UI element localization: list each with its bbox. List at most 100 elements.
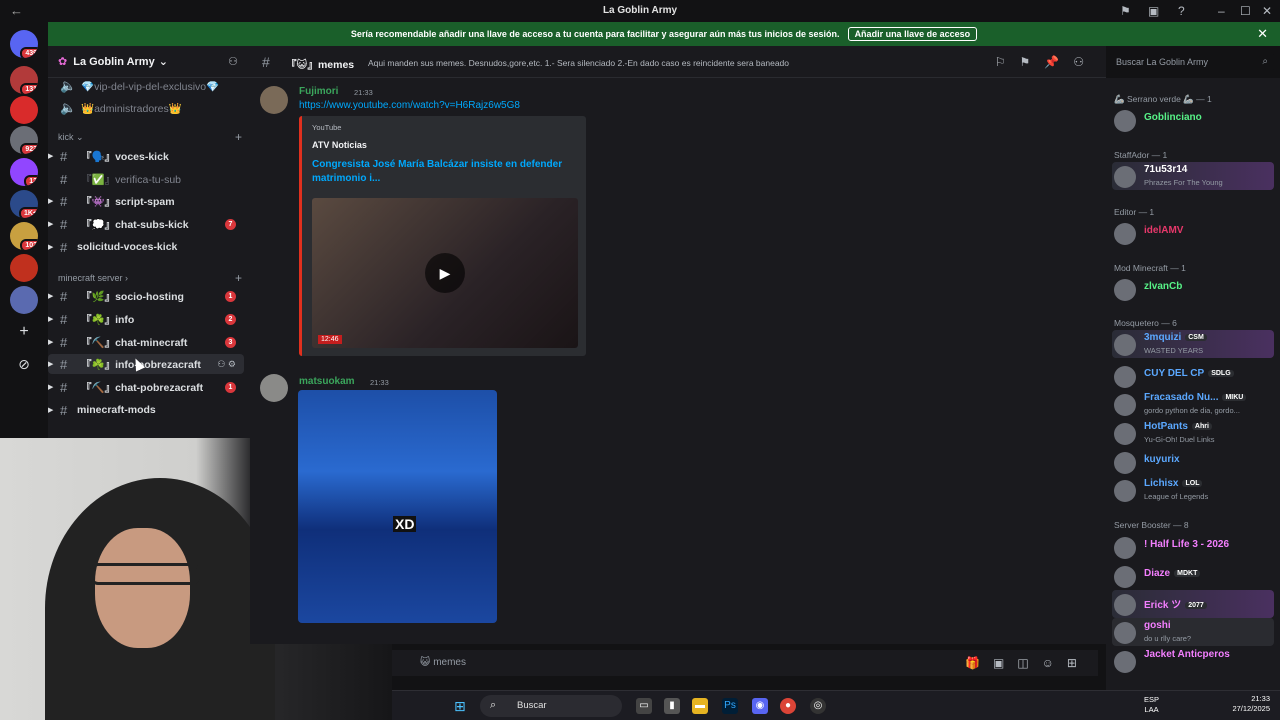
language-indicator[interactable]: ESP LAA	[1144, 695, 1159, 715]
member-item[interactable]: Lichisx LOL League of Legends	[1112, 476, 1274, 504]
image-attachment[interactable]: XD	[298, 390, 497, 623]
member-item[interactable]: Erick ツ 2077	[1112, 590, 1274, 618]
channel-item[interactable]: ▶ # 『🗣️』voces-kick	[48, 146, 244, 166]
windows-start-icon[interactable]: ⊞	[454, 698, 470, 714]
member-item[interactable]: 71u53r14 Phrazes For The Young	[1112, 162, 1274, 190]
server-header[interactable]: ✿ La Goblin Army ⌄ ⚇	[48, 46, 250, 78]
server-icon[interactable]	[10, 254, 38, 282]
settings-gear-icon[interactable]: ⚇ ⚙	[217, 359, 236, 370]
channel-item[interactable]: ▶ # 『💭』chat-subs-kick 7	[48, 214, 244, 234]
member-name: goshi	[1144, 620, 1171, 631]
channel-name: 💎vip-del-vip-del-exclusivo💎	[81, 80, 220, 93]
channel-item[interactable]: 🔈 💎vip-del-vip-del-exclusivo💎	[48, 76, 244, 96]
member-activity: do u rlly care?	[1144, 634, 1192, 643]
composer-action-icons[interactable]: 🎁▣◫☺⊞	[965, 656, 1090, 670]
channel-item[interactable]: ▶ # 『👾』script-spam	[48, 191, 244, 211]
embed-title[interactable]: Congresista José María Balcázar insiste …	[312, 158, 567, 186]
channel-item[interactable]: ▶ # minecraft-mods	[48, 400, 244, 420]
member-item[interactable]: idelAMV	[1112, 219, 1274, 247]
photoshop-icon[interactable]: Ps	[722, 698, 738, 714]
taskbar-search[interactable]: ⌕ Buscar	[480, 695, 622, 717]
member-item[interactable]: zlvanCb	[1112, 275, 1274, 303]
image-caption: XD	[393, 516, 417, 532]
explore-icon[interactable]: ⊘	[10, 350, 38, 378]
member-item[interactable]: Jacket Anticperos	[1112, 647, 1274, 675]
role-header: 🦾 Serrano verde 🦾 — 1	[1114, 94, 1212, 104]
twitch-server-icon[interactable]: 12	[10, 158, 38, 186]
channel-item[interactable]: ▶ # 『⛏️』chat-pobrezacraft 1	[48, 377, 244, 397]
embed-author[interactable]: ATV Noticias	[312, 140, 367, 150]
minimize-icon[interactable]: –	[1218, 4, 1225, 18]
embed-provider[interactable]: YouTube	[312, 123, 341, 132]
add-channel-icon[interactable]: +	[235, 130, 242, 144]
file-explorer-icon[interactable]: ▬	[692, 698, 708, 714]
member-item[interactable]: Fracasado Nu... MIKU gordo python de dia, …	[1112, 390, 1274, 418]
member-item[interactable]: kuyurix	[1112, 448, 1274, 476]
channel-item[interactable]: 🔈 👑administradores👑	[48, 98, 244, 118]
channel-item[interactable]: ▶ # 『⛏️』chat-minecraft 3	[48, 332, 244, 352]
mention-badge: 3	[225, 336, 236, 348]
message-author[interactable]: matsuokam	[299, 376, 355, 387]
clock[interactable]: 21:33 27/12/2025	[1232, 694, 1270, 714]
voice-icon: 🔈	[60, 78, 77, 93]
server-icon[interactable]: 923	[10, 126, 38, 154]
hash-icon: #	[60, 216, 68, 232]
category-minecraft[interactable]: minecraft server › +	[58, 271, 244, 285]
app-icon[interactable]: ▮	[664, 698, 680, 714]
add-channel-icon[interactable]: +	[235, 271, 242, 285]
help-icon[interactable]: ?	[1178, 4, 1185, 18]
close-icon[interactable]: ✕	[1262, 4, 1272, 18]
header-toolbar-icons[interactable]: ⚐⚑📌⚇	[995, 55, 1098, 69]
member-item[interactable]: 3mquizi CSM WASTED YEARS	[1112, 330, 1274, 358]
search-input[interactable]: Buscar La Goblin Army ⌕	[1110, 52, 1274, 72]
server-icon[interactable]: 131	[10, 66, 38, 94]
video-duration: 12:46	[318, 335, 342, 344]
member-item[interactable]: goshi do u rlly care?	[1112, 618, 1274, 646]
play-icon[interactable]: ▶	[425, 253, 465, 293]
member-name: Jacket Anticperos	[1144, 649, 1230, 660]
channel-name: 『🗣️』voces-kick	[81, 150, 169, 163]
avatar[interactable]	[260, 374, 288, 402]
channel-item[interactable]: ▶ # 『☘️』info 2	[48, 309, 244, 329]
member-item[interactable]: Diaze MDKT	[1112, 562, 1274, 590]
message-link[interactable]: https://www.youtube.com/watch?v=H6Rajz6w…	[299, 100, 520, 111]
window-title: La Goblin Army	[602, 5, 678, 16]
server-icon[interactable]: 102	[10, 222, 38, 250]
message-composer[interactable]: 😺 memes 🎁▣◫☺⊞	[392, 650, 1098, 676]
server-icon[interactable]: 1K+	[10, 190, 38, 218]
screen-icon[interactable]: ▣	[1148, 4, 1159, 18]
channel-item[interactable]: # 『✅』verifica-tu-sub	[48, 169, 244, 189]
composer-placeholder: 😺 memes	[420, 657, 466, 668]
role-header: Editor — 1	[1114, 207, 1155, 217]
task-view-icon[interactable]: ▭	[636, 698, 652, 714]
channel-item[interactable]: ▶ # solicitud-voces-kick	[48, 237, 244, 257]
avatar[interactable]	[260, 86, 288, 114]
maximize-icon[interactable]: ☐	[1240, 4, 1251, 18]
member-item[interactable]: HotPants Ahri Yu-Gi-Oh! Duel Links	[1112, 419, 1274, 447]
channel-item[interactable]: ▶ # 『🌿』socio-hosting 1	[48, 286, 244, 306]
member-item[interactable]: CUY DEL CP SDLG	[1112, 362, 1274, 390]
discord-home-icon[interactable]: 439	[10, 30, 38, 58]
avatar	[1114, 566, 1136, 588]
add-server-icon[interactable]: +	[10, 318, 38, 346]
chrome-icon[interactable]: ●	[780, 698, 796, 714]
video-thumbnail[interactable]: ▶ 12:46	[312, 198, 578, 348]
server-icon[interactable]	[10, 286, 38, 314]
inbox-icon[interactable]: ⚑	[1120, 4, 1131, 18]
add-passkey-button[interactable]: Añadir una llave de acceso	[847, 27, 978, 41]
add-member-icon[interactable]: ⚇	[228, 55, 238, 68]
channel-topic[interactable]: Aqui manden sus memes. Desnudos,gore,etc…	[368, 58, 789, 68]
hash-icon: #	[60, 288, 68, 304]
server-icon[interactable]	[10, 96, 38, 124]
channel-item-hovered[interactable]: ▶ # 『☘️』info-pobrezacraft ⚇ ⚙	[48, 354, 244, 374]
category-kick[interactable]: kick ⌄ +	[58, 130, 244, 144]
obs-icon[interactable]: ◎	[810, 698, 826, 714]
server-boost-icon: ✿	[58, 56, 68, 68]
avatar	[1114, 594, 1136, 616]
member-item[interactable]: ! Half Life 3 - 2026	[1112, 533, 1274, 561]
message-author[interactable]: Fujimori	[299, 86, 338, 97]
close-icon[interactable]: ✕	[1257, 26, 1268, 42]
channel-sidebar: ✿ La Goblin Army ⌄ ⚇ 🔈 💎vip-del-vip-del-…	[48, 46, 250, 438]
member-item[interactable]: Goblinciano	[1112, 106, 1274, 134]
discord-icon[interactable]: ◉	[752, 698, 768, 714]
